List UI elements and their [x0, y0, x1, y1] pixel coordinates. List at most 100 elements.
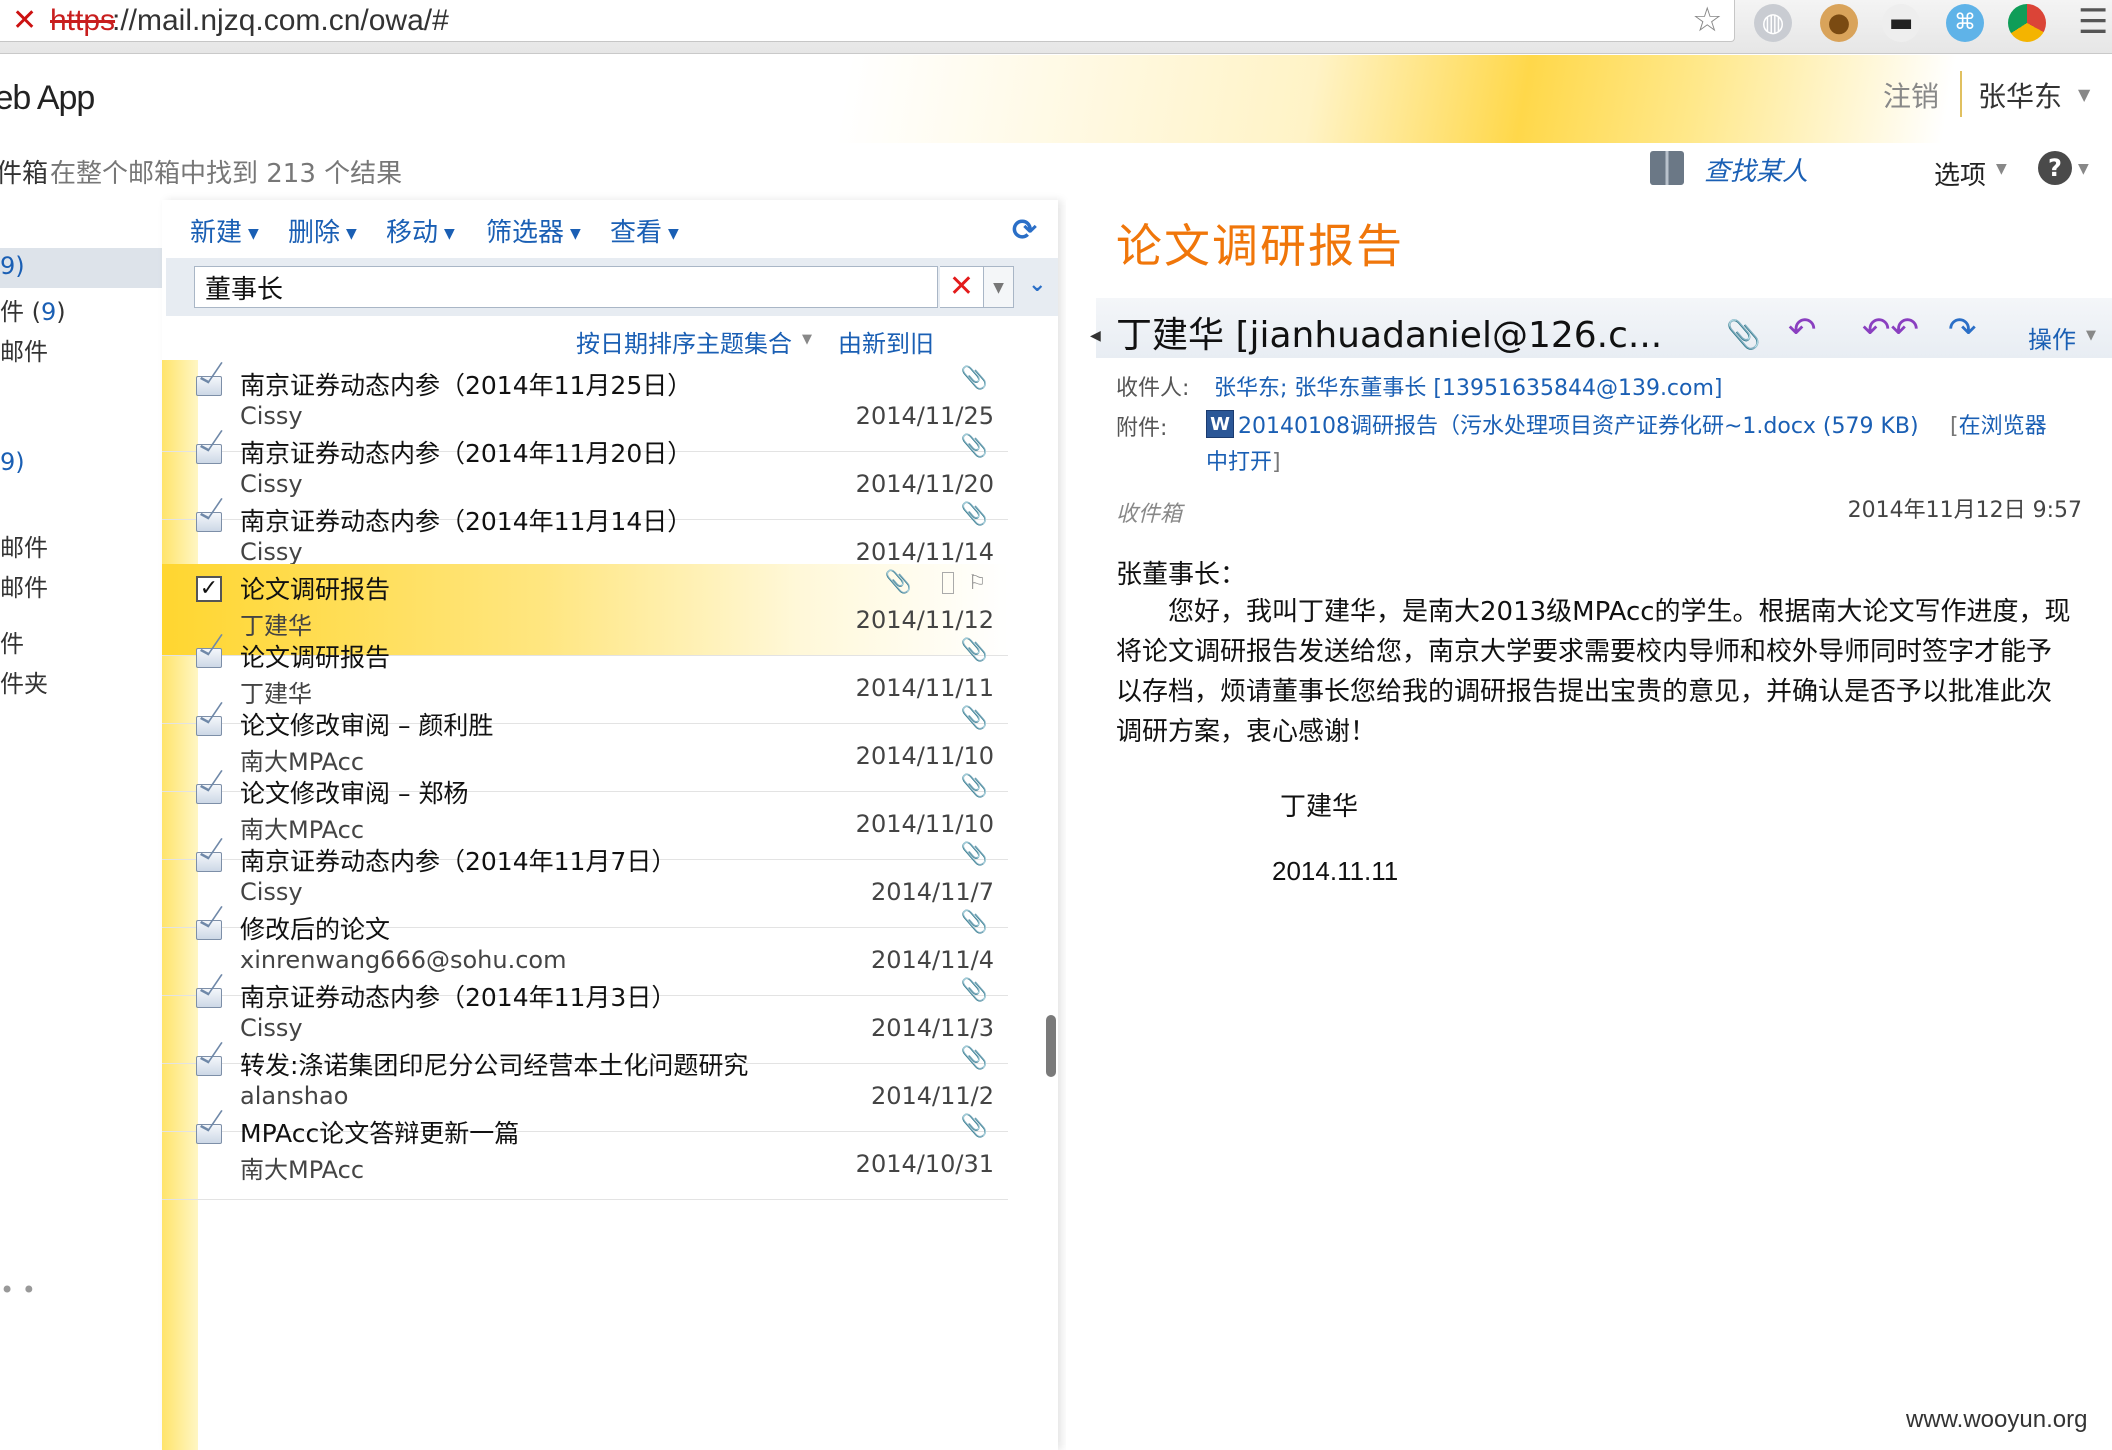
view-button[interactable]: 查看 ▼: [610, 212, 679, 249]
extension-cookie-icon[interactable]: ●: [1820, 4, 1858, 42]
attachment-icon: 📎: [884, 570, 912, 595]
nav-item[interactable]: 件 (9): [0, 292, 66, 327]
nav-item[interactable]: 9): [0, 252, 25, 280]
reply-all-icon[interactable]: ↶↶: [1862, 310, 1919, 350]
search-input[interactable]: [194, 266, 938, 308]
user-name[interactable]: 张华东: [1978, 75, 2062, 115]
list-scrollbar[interactable]: [1046, 1015, 1056, 1077]
sent-time: 2014年11月12日 9:57: [1847, 498, 2082, 523]
extension-globe-icon[interactable]: ◍: [1754, 4, 1792, 42]
delete-button[interactable]: 删除 ▼: [288, 212, 357, 249]
chevron-down-icon[interactable]: ▼: [1996, 161, 2007, 177]
message-subject: 南京证券动态内参（2014年11月7日）: [240, 847, 677, 876]
options-menu[interactable]: 选项: [1934, 155, 1986, 192]
message-subject: 南京证券动态内参（2014年11月14日）: [240, 507, 693, 536]
envelope-icon: [196, 920, 222, 940]
sort-row: 按日期排序主题集合 ▼ 由新到旧: [162, 316, 1058, 360]
message-date: 2014/11/10: [855, 742, 994, 770]
message-sender: xinrenwang666@sohu.com: [240, 946, 567, 974]
ssl-warning-icon: ✕: [12, 3, 38, 38]
attachment-icon: 📎: [960, 434, 988, 459]
menu-icon[interactable]: ☰: [2078, 2, 2108, 42]
chrome-icon[interactable]: [2008, 4, 2046, 42]
search-bar: ✕ ▼ ⌄: [166, 258, 1058, 316]
filter-button[interactable]: 筛选器 ▼: [486, 212, 581, 249]
extension-command-icon[interactable]: ⌘: [1946, 4, 1984, 42]
sort-by-button[interactable]: 按日期排序主题集合: [576, 324, 792, 359]
message-subject: MPAcc论文答辩更新一篇: [240, 1119, 520, 1148]
message-sender: Cissy: [240, 1014, 303, 1042]
chevron-down-icon[interactable]: ▼: [2078, 85, 2090, 104]
attachment-icon: 📎: [960, 910, 988, 935]
browser-toolbar: ✕ https ://mail.njzq.com.cn/owa/# ☆ ◍ ● …: [0, 0, 2112, 54]
flag-icon[interactable]: ⚐: [968, 570, 986, 594]
message-subject: 论文调研报告: [240, 575, 391, 604]
attachment-icon: 📎: [960, 842, 988, 867]
address-bar[interactable]: ✕ https ://mail.njzq.com.cn/owa/# ☆: [0, 0, 1735, 42]
help-icon[interactable]: ?: [2038, 151, 2072, 185]
chevron-down-icon[interactable]: ▼: [984, 266, 1014, 308]
category-icon[interactable]: [942, 572, 954, 594]
nav-item[interactable]: 件: [0, 624, 24, 659]
new-button[interactable]: 新建 ▼: [190, 212, 259, 249]
header-divider: [1960, 71, 1962, 117]
expand-search-icon[interactable]: ⌄: [1028, 272, 1046, 297]
chevron-down-icon[interactable]: ▼: [2086, 328, 2096, 343]
move-button[interactable]: 移动 ▼: [386, 212, 455, 249]
clear-search-icon[interactable]: ✕: [940, 266, 984, 308]
address-book-icon[interactable]: [1650, 151, 1684, 185]
message-greeting: 张董事长：: [1116, 560, 1247, 590]
nav-item[interactable]: 9): [0, 448, 25, 476]
refresh-icon[interactable]: ⟳: [1012, 216, 1042, 246]
chevron-down-icon[interactable]: ▼: [2078, 161, 2089, 177]
message-subject: 南京证券动态内参（2014年11月20日）: [240, 439, 693, 468]
actions-menu[interactable]: 操作: [2028, 320, 2076, 355]
attachment-icon: 📎: [1726, 318, 1761, 351]
forward-icon[interactable]: ↷: [1948, 310, 1977, 350]
attachments-label: 附件:: [1116, 416, 1168, 441]
row-checkbox[interactable]: ✓: [196, 576, 222, 602]
app-brand: /eb App: [0, 79, 95, 117]
find-someone-link[interactable]: 查找某人: [1704, 151, 1808, 188]
envelope-icon: [196, 512, 222, 532]
attachment-icon: 📎: [960, 978, 988, 1003]
message-sender: 丁建华 [jianhuadaniel@126.c...: [1116, 315, 1663, 356]
message-subject: 论文修改审阅 – 郑杨: [240, 779, 469, 808]
attachment-icon: 📎: [960, 1114, 988, 1139]
open-in-browser-link[interactable]: 中打开]: [1206, 444, 1281, 476]
reply-icon[interactable]: ↶: [1788, 310, 1817, 350]
open-in-browser-link[interactable]: [在浏览器: [1950, 408, 2047, 440]
message-date: 2014/10/31: [855, 1150, 994, 1178]
message-sender: Cissy: [240, 878, 303, 906]
message-body: 您好，我叫丁建华，是南大2013级MPAcc的学生。根据南大论文写作进度，现将论…: [1116, 597, 2071, 747]
word-document-icon: W: [1206, 410, 1234, 438]
message-list: 南京证券动态内参（2014年11月25日） 📎 Cissy 2014/11/25…: [162, 360, 1058, 1450]
attachment-icon: 📎: [960, 502, 988, 527]
nav-item[interactable]: 邮件: [0, 528, 48, 563]
message-signature: 丁建华: [1280, 792, 1359, 822]
owa-header: /eb App 注销 张华东 ▼: [0, 55, 2112, 143]
message-subject: 南京证券动态内参（2014年11月25日）: [240, 371, 693, 400]
attachment-icon: 📎: [960, 1046, 988, 1071]
extension-mask-icon[interactable]: ▬: [1882, 4, 1920, 42]
message-date: 2014/11/3: [870, 1014, 994, 1042]
message-sign-date: 2014.11.11: [1272, 856, 1399, 886]
nav-item[interactable]: 邮件: [0, 568, 48, 603]
envelope-icon: [196, 852, 222, 872]
recipients[interactable]: 张华东; 张华东董事长 [13951635844@139.com]: [1214, 370, 1723, 402]
message-row[interactable]: MPAcc论文答辩更新一篇 📎 南大MPAcc 2014/10/31: [162, 1108, 1008, 1200]
status-row: 件箱 在整个邮箱中找到 213 个结果 查找某人 选项 ▼ ? ▼: [0, 145, 2112, 195]
url-scheme: https: [50, 4, 116, 37]
nav-item[interactable]: 邮件: [0, 332, 48, 367]
chevron-down-icon[interactable]: ▼: [802, 332, 812, 347]
sort-order-button[interactable]: 由新到旧: [838, 324, 934, 359]
attachment-icon: 📎: [960, 706, 988, 731]
signout-link[interactable]: 注销: [1883, 75, 1939, 115]
envelope-icon: [196, 376, 222, 396]
collapse-arrow-icon[interactable]: ◀: [1090, 328, 1101, 344]
nav-item[interactable]: 件夹: [0, 664, 48, 699]
bookmark-star-icon[interactable]: ☆: [1692, 0, 1722, 40]
nav-more-dots[interactable]: • •: [0, 1276, 36, 1304]
attachment-icon: 📎: [960, 638, 988, 663]
attachment-link[interactable]: 20140108调研报告（污水处理项目资产证券化研~1.docx (579 KB…: [1238, 408, 1919, 440]
